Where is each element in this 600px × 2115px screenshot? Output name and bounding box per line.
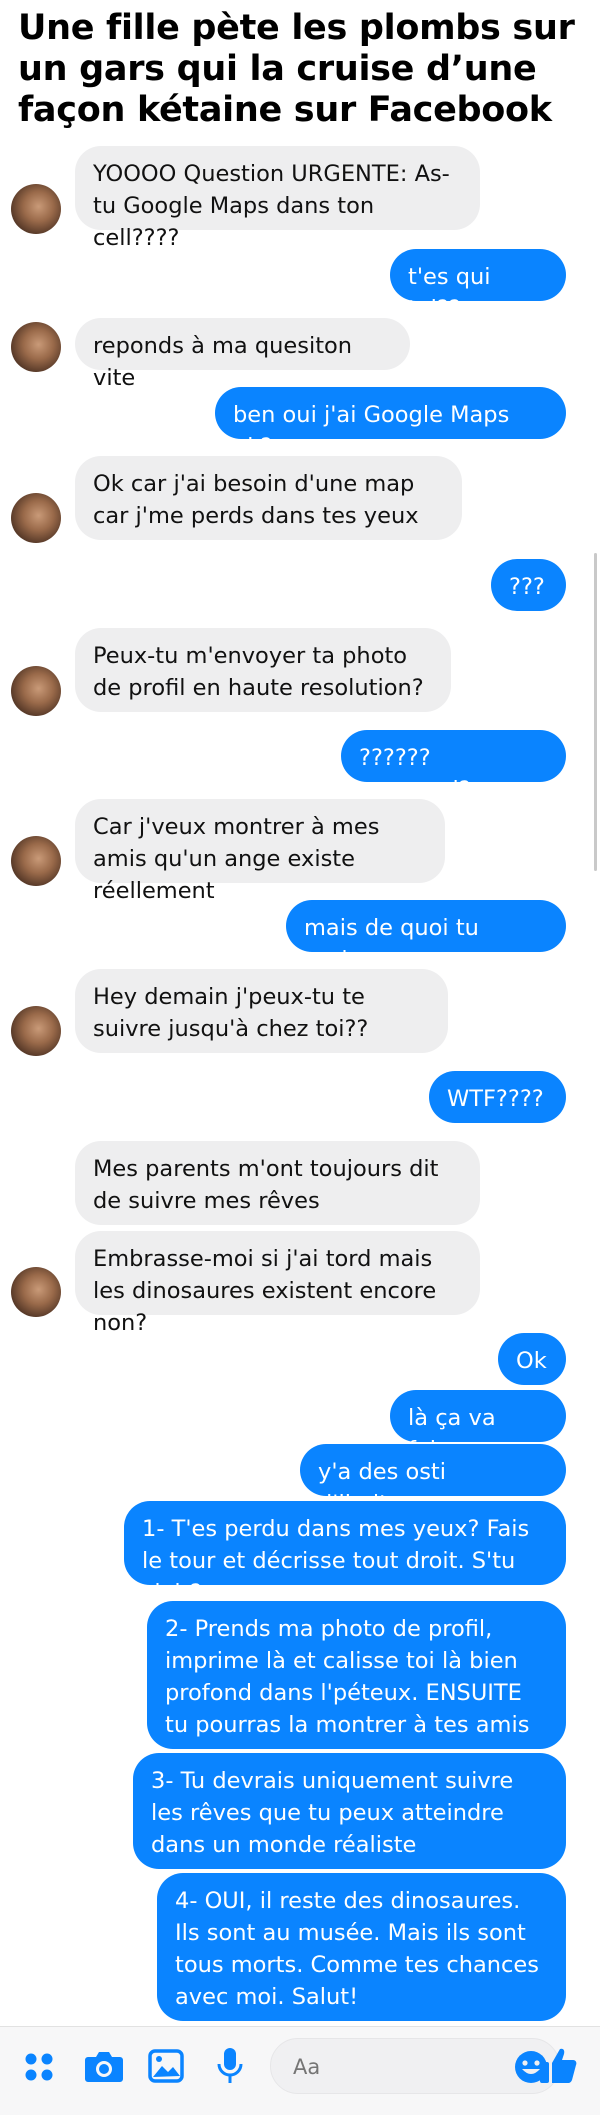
message-bubble-outgoing: là ça va faire — [390, 1390, 566, 1463]
message-bubble-outgoing: 4- OUI, il reste des dinosaures. Ils son… — [157, 1873, 566, 2021]
avatar[interactable] — [11, 322, 61, 372]
microphone-icon[interactable] — [215, 2046, 245, 2086]
avatar[interactable] — [11, 666, 61, 716]
message-bubble-incoming: reponds à ma quesiton vite — [75, 318, 410, 391]
message-bubble-outgoing: 1- T'es perdu dans mes yeux? Fais le tou… — [124, 1501, 566, 1606]
message-bubble-outgoing: ?????? pourquoi? — [341, 730, 566, 803]
message-bubble-outgoing: ??? — [491, 559, 566, 611]
avatar[interactable] — [11, 493, 61, 543]
headline: Une fille pète les plombs sur un gars qu… — [18, 8, 588, 131]
camera-icon[interactable] — [84, 2048, 124, 2084]
more-dots-icon[interactable] — [22, 2050, 56, 2084]
headline-line-3: façon kétaine sur Facebook — [18, 90, 552, 130]
message-bubble-outgoing: y'a des osti d'limites. — [300, 1444, 566, 1517]
message-bubble-incoming: Peux-tu m'envoyer ta photo de profil en … — [75, 628, 451, 712]
avatar[interactable] — [11, 836, 61, 886]
message-bubble-outgoing: ben oui j'ai Google Maps pk? — [215, 387, 566, 460]
message-bubble-incoming: Ok car j'ai besoin d'une map car j'me pe… — [75, 456, 462, 540]
message-bubble-outgoing: 2- Prends ma photo de profil, imprime là… — [147, 1601, 566, 1749]
message-bubble-incoming: YOOOO Question URGENTE: As-tu Google Map… — [75, 146, 480, 251]
message-bubble-outgoing: mais de quoi tu parles — [286, 900, 566, 973]
message-bubble-outgoing: t'es qui toi?? — [390, 249, 566, 322]
thumbs-up-icon[interactable] — [537, 2044, 579, 2086]
headline-line-1: Une fille pète les plombs sur — [18, 8, 575, 48]
message-bubble-outgoing: Ok — [498, 1333, 566, 1385]
message-bubble-incoming: Hey demain j'peux-tu te suivre jusqu'à c… — [75, 969, 448, 1053]
message-bubble-outgoing: 3- Tu devrais uniquement suivre les rêve… — [133, 1753, 566, 1869]
message-composer — [270, 2038, 560, 2094]
message-bubble-incoming: Embrasse-moi si j'ai tord mais les dinos… — [75, 1231, 480, 1336]
scrollbar[interactable] — [594, 553, 597, 871]
headline-line-2: un gars qui la cruise d’une — [18, 49, 537, 89]
message-bubble-outgoing: WTF???? — [429, 1071, 566, 1123]
message-input[interactable] — [291, 2051, 475, 2083]
avatar[interactable] — [11, 1267, 61, 1317]
avatar[interactable] — [11, 184, 61, 234]
message-bubble-incoming: Car j'veux montrer à mes amis qu'un ange… — [75, 799, 445, 904]
avatar[interactable] — [11, 1006, 61, 1056]
message-bubble-incoming: Mes parents m'ont toujours dit de suivre… — [75, 1141, 480, 1225]
image-icon[interactable] — [148, 2049, 184, 2083]
